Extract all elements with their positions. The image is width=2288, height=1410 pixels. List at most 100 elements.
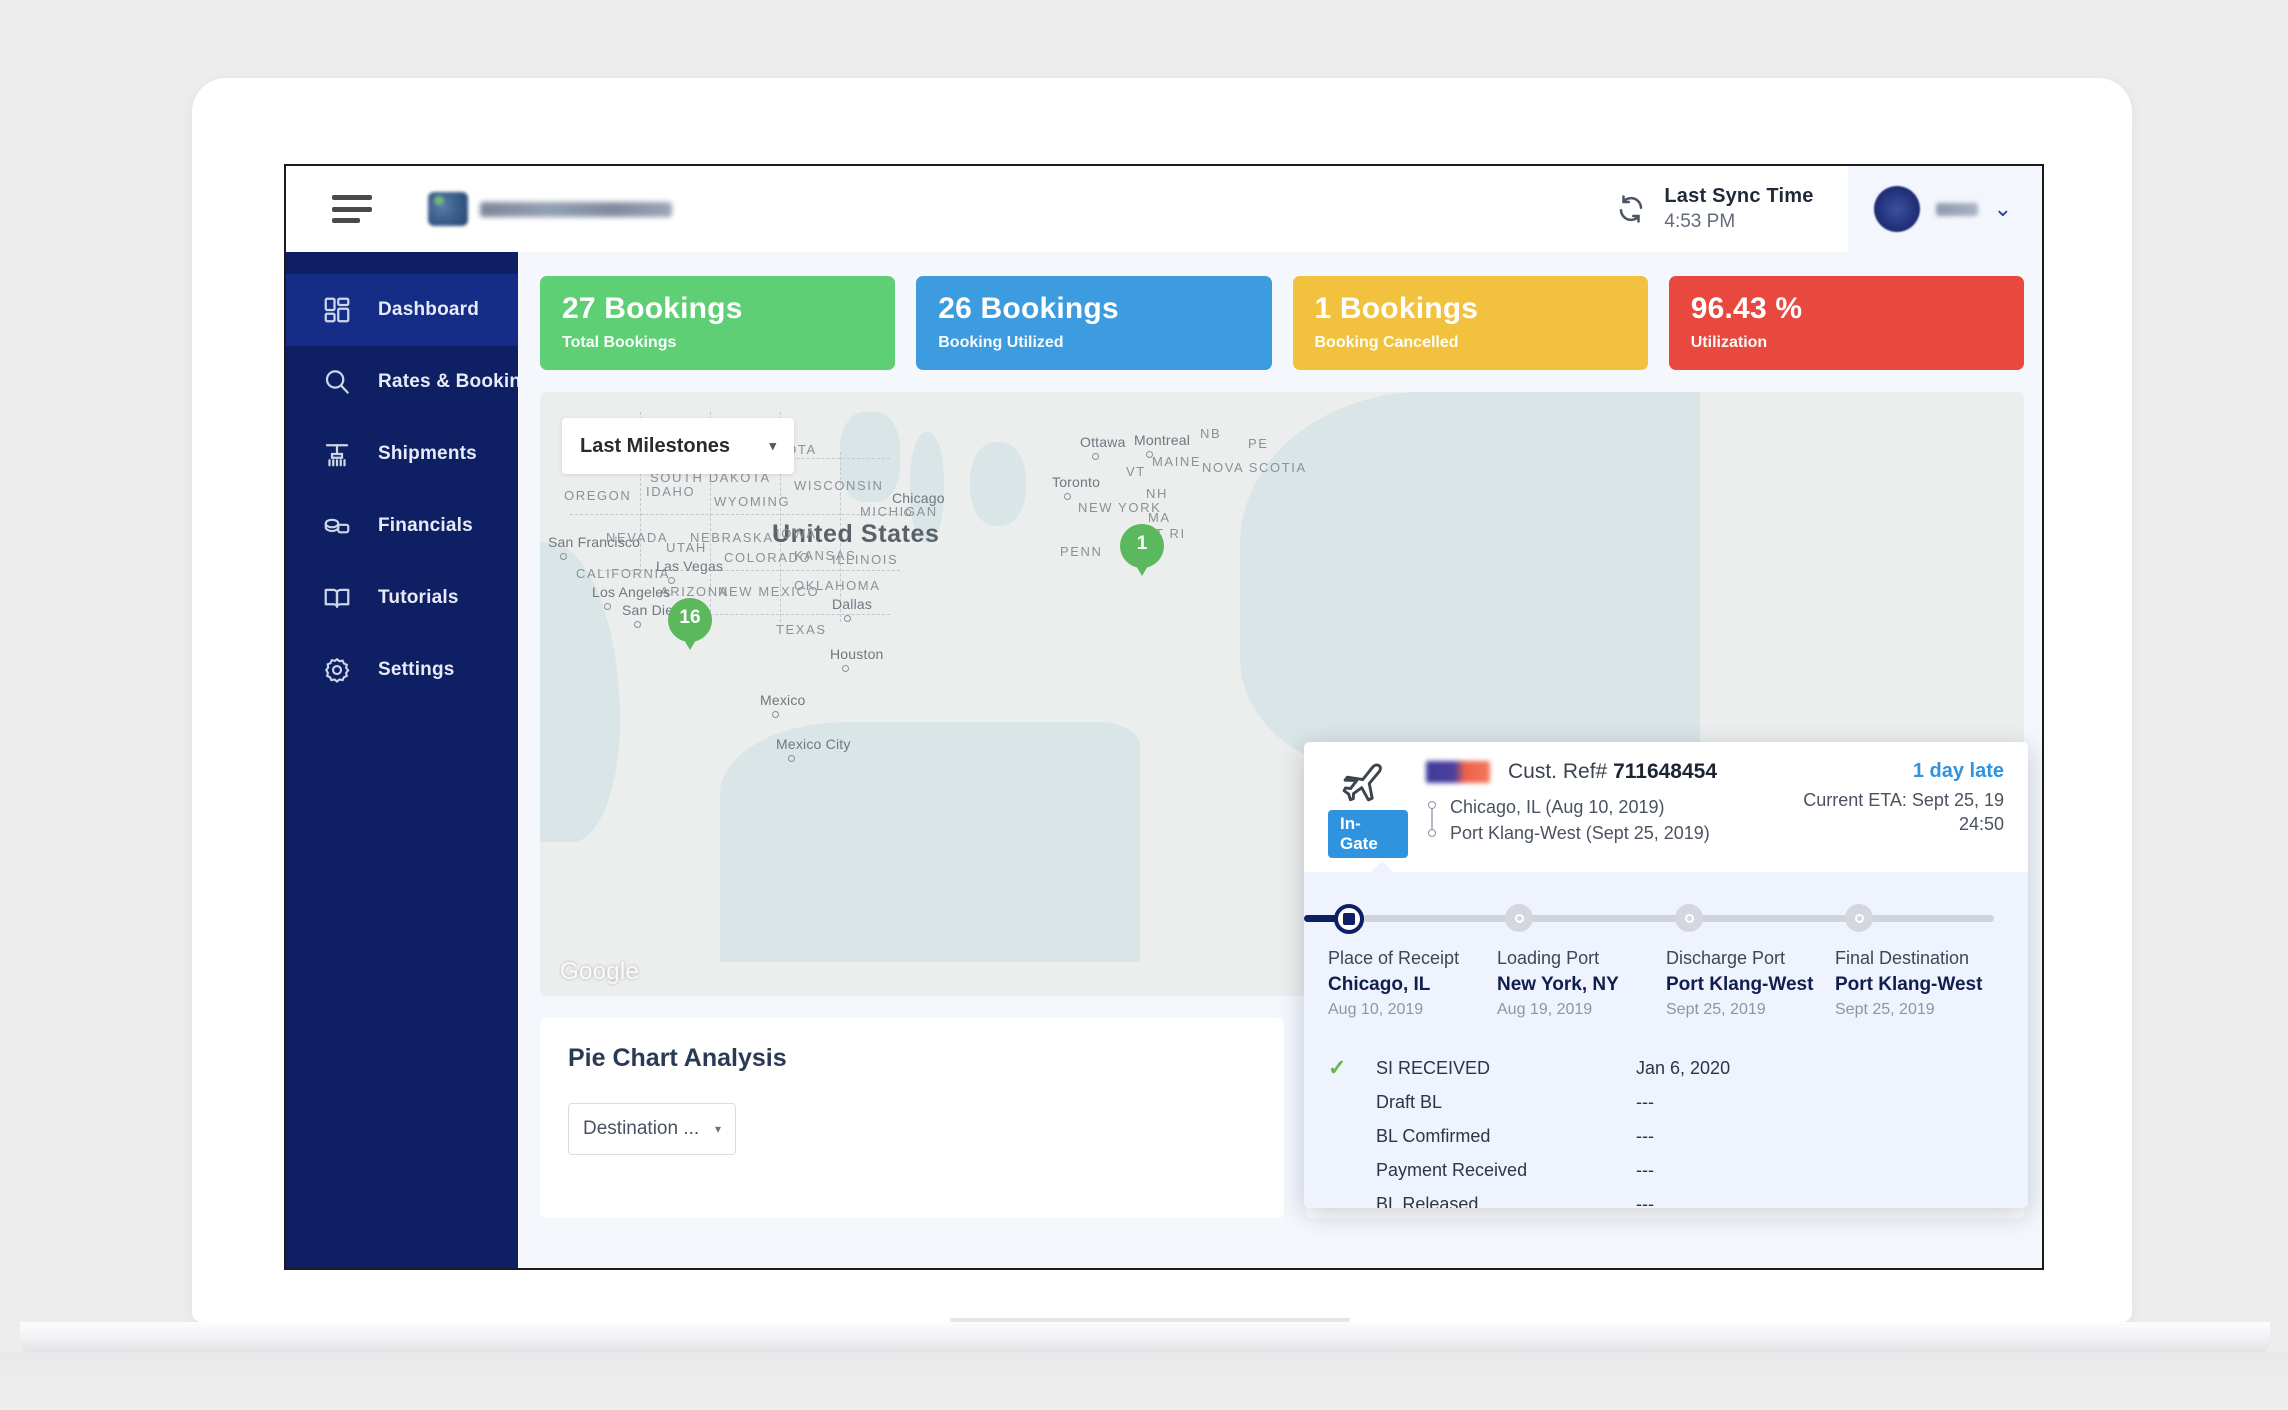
popup-eta-block: 1 day late Current ETA: Sept 25, 19 24:5… xyxy=(1780,760,2004,858)
chevron-down-icon: ▾ xyxy=(714,1122,721,1136)
map-state-label: PENN xyxy=(1060,544,1103,559)
milestone-place: Chicago, IL xyxy=(1328,974,1431,995)
popup-documents: ✓ SI RECEIVED Jan 6, 2020 Draft BL --- B… xyxy=(1304,1041,2028,1208)
map-city-label: Montreal xyxy=(1134,432,1191,448)
state-border xyxy=(570,514,900,515)
map-city-dot xyxy=(604,603,611,610)
sidebar-item-dashboard[interactable]: Dashboard xyxy=(286,274,518,346)
milestone-column: Place of Receipt Chicago, IL Aug 10, 201… xyxy=(1328,948,1497,1019)
airplane-icon xyxy=(1342,763,1382,802)
timeline-node-2[interactable] xyxy=(1505,904,1533,932)
laptop-base xyxy=(20,1322,2270,1356)
sidebar-item-tutorials[interactable]: Tutorials xyxy=(286,562,518,634)
current-eta: Current ETA: Sept 25, 19 xyxy=(1803,790,2004,810)
top-bar-right: Last Sync Time 4:53 PM ⌄ xyxy=(1616,166,2042,252)
coins-icon xyxy=(324,518,350,534)
map-state-label: NB xyxy=(1200,426,1222,441)
map-city-label: Houston xyxy=(830,646,884,662)
top-bar: Last Sync Time 4:53 PM ⌄ xyxy=(286,166,2042,252)
popup-route: Chicago, IL (Aug 10, 2019) Port Klang-We… xyxy=(1426,794,1762,846)
sidebar-item-shipments[interactable]: Shipments xyxy=(286,418,518,490)
sidebar-label: Settings xyxy=(378,659,455,680)
document-row: BL Comfirmed --- xyxy=(1328,1119,2004,1153)
gear-icon xyxy=(324,657,350,683)
cust-ref-label: Cust. Ref# xyxy=(1508,760,1608,783)
kpi-label: Total Bookings xyxy=(562,334,677,351)
sidebar-item-rates-bookings[interactable]: Rates & Bookings xyxy=(286,346,544,418)
document-value: --- xyxy=(1636,1159,1654,1180)
sidebar-label: Tutorials xyxy=(378,587,459,608)
map-state-label: MA xyxy=(1148,510,1171,525)
shipment-detail-popup[interactable]: In-Gate Cust. Ref# 711648454 Chicago, IL… xyxy=(1304,742,2028,1208)
hamburger-icon[interactable] xyxy=(332,195,372,223)
document-name: BL Comfirmed xyxy=(1376,1125,1491,1146)
panel-header: Pie Chart Analysis xyxy=(568,1044,1256,1073)
avatar[interactable] xyxy=(1873,186,1920,232)
kpi-card-total-bookings[interactable]: 27 Bookings Total Bookings xyxy=(540,276,896,370)
map-city-label: Las Vegas xyxy=(656,558,724,574)
map-filter-select[interactable]: Last Milestones ▾ xyxy=(562,418,794,474)
milestone-date: Sept 25, 2019 xyxy=(1835,1001,1935,1018)
document-name: Payment Received xyxy=(1376,1159,1528,1180)
map-city-dot xyxy=(668,577,675,584)
document-row: BL Released --- xyxy=(1328,1187,2004,1209)
document-value: Jan 6, 2020 xyxy=(1636,1057,1731,1078)
milestone-labels: Place of Receipt Chicago, IL Aug 10, 201… xyxy=(1328,948,2004,1019)
map-pin-count: 16 xyxy=(679,607,701,628)
document-row: Payment Received --- xyxy=(1328,1153,2004,1187)
timeline-node-4[interactable] xyxy=(1845,904,1873,932)
brand-logo[interactable] xyxy=(428,192,672,226)
timeline-node-1[interactable] xyxy=(1334,904,1364,934)
container-crane-icon xyxy=(325,444,349,467)
pie-dimension-value: Destination ... xyxy=(583,1118,700,1139)
popup-ref-row: Cust. Ref# 711648454 xyxy=(1426,760,1762,784)
carrier-logo xyxy=(1426,761,1490,783)
map-city-dot xyxy=(1064,493,1071,500)
map-filter-value: Last Milestones xyxy=(580,434,731,457)
map-state-label: OKLAHOMA xyxy=(794,578,881,593)
route-origin-dot xyxy=(1428,801,1436,809)
map-state-label: VT xyxy=(1126,464,1146,479)
kpi-card-booking-utilized[interactable]: 26 Bookings Booking Utilized xyxy=(916,276,1272,370)
chevron-down-icon[interactable]: ⌄ xyxy=(1994,198,2012,220)
current-eta-time: 24:50 xyxy=(1958,814,2004,834)
map-city-dot xyxy=(634,621,641,628)
route-origin-text: Chicago, IL (Aug 10, 2019) xyxy=(1450,797,1665,817)
sidebar-item-settings[interactable]: Settings xyxy=(286,634,518,706)
kpi-card-booking-cancelled[interactable]: 1 Bookings Booking Cancelled xyxy=(1292,276,1648,370)
map-city-label: Ottawa xyxy=(1080,434,1126,450)
panel-title: Pie Chart Analysis xyxy=(568,1044,787,1072)
screenshot-stage: Last Sync Time 4:53 PM ⌄ Dashboard Rates… xyxy=(0,0,2288,1410)
map-cluster-pin[interactable]: 1 xyxy=(1120,524,1164,580)
map-cluster-pin[interactable]: 16 xyxy=(668,598,712,654)
user-name-label xyxy=(1935,202,1978,216)
lake-huron xyxy=(970,442,1026,526)
gulf-of-mexico xyxy=(720,722,1140,962)
last-sync-block[interactable]: Last Sync Time 4:53 PM xyxy=(1616,185,1847,233)
pie-dimension-select[interactable]: Destination ... ▾ xyxy=(568,1103,736,1155)
timeline-node-3[interactable] xyxy=(1675,904,1703,932)
document-row: ✓ SI RECEIVED Jan 6, 2020 xyxy=(1328,1051,2004,1085)
map-city-label: Mexico City xyxy=(776,736,851,752)
document-value: --- xyxy=(1636,1193,1654,1209)
document-name: Draft BL xyxy=(1376,1091,1443,1112)
map-state-label: TEXAS xyxy=(776,622,827,637)
map-state-label: PE xyxy=(1248,436,1269,451)
popup-header-middle: Cust. Ref# 711648454 Chicago, IL (Aug 10… xyxy=(1426,760,1762,858)
laptop-base-shadow xyxy=(0,1352,2288,1410)
refresh-icon[interactable] xyxy=(1616,194,1646,224)
map-state-label: UTAH xyxy=(666,540,707,555)
map-state-label: MAINE xyxy=(1152,454,1202,469)
kpi-card-utilization[interactable]: 96.43 % Utilization xyxy=(1668,276,2024,370)
map-state-label: NOVA SCOTIA xyxy=(1202,460,1307,475)
route-rail xyxy=(1426,794,1438,846)
search-icon xyxy=(325,370,349,394)
user-menu[interactable]: ⌄ xyxy=(1847,166,2042,252)
map-city-label: Chicago xyxy=(892,490,945,506)
map-city-label: Los Angeles xyxy=(592,584,671,600)
sidebar: Dashboard Rates & Bookings Shipments Fin… xyxy=(286,252,544,1268)
sidebar-item-financials[interactable]: Financials xyxy=(286,490,518,562)
milestone-place: Port Klang-West xyxy=(1666,974,1814,995)
customer-reference: Cust. Ref# 711648454 xyxy=(1508,760,1717,784)
brand-wordmark xyxy=(480,201,672,217)
